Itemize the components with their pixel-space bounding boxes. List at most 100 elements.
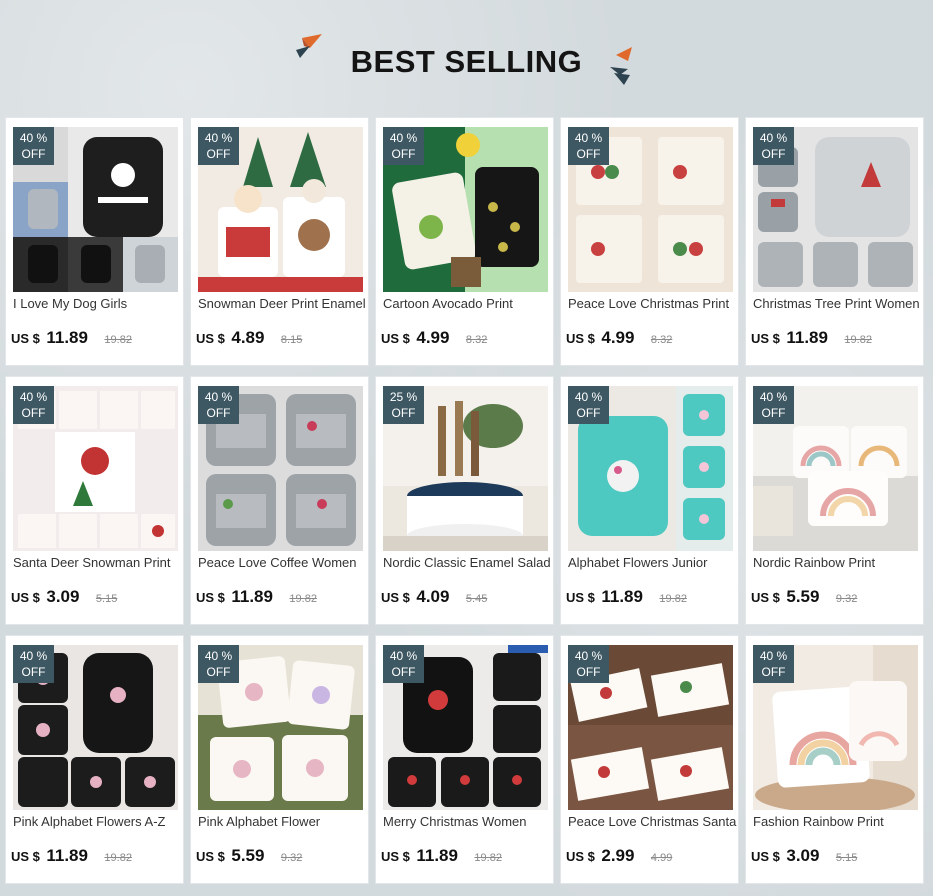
price-row: US $ 5.59 9.32 (751, 587, 921, 607)
product-name[interactable]: Peace Love Christmas Print (568, 296, 738, 311)
original-price: 5.45 (465, 593, 488, 605)
sale-price: 4.99 (601, 328, 635, 347)
currency-label: US $ (381, 331, 410, 346)
product-card[interactable]: 40 % OFF Peace Love Christmas Santa US $ … (560, 635, 739, 884)
price-row: US $ 4.99 8.32 (566, 328, 736, 348)
product-image[interactable]: 40 % OFF (568, 645, 733, 810)
price-row: US $ 3.09 5.15 (751, 846, 921, 866)
price-row: US $ 3.09 5.15 (11, 587, 181, 607)
sale-price: 11.89 (231, 587, 273, 606)
price-row: US $ 11.89 19.82 (11, 846, 181, 866)
currency-label: US $ (11, 849, 40, 864)
product-name[interactable]: Pink Alphabet Flowers A-Z (13, 814, 183, 829)
currency-label: US $ (566, 849, 595, 864)
product-card[interactable]: 40 % OFF Cartoon Avocado Print US $ 4.99 … (375, 117, 554, 366)
sale-price: 5.59 (231, 846, 265, 865)
price-row: US $ 4.89 8.15 (196, 328, 366, 348)
discount-badge: 40 % OFF (753, 386, 794, 424)
product-image[interactable]: 40 % OFF (753, 386, 918, 551)
original-price: 9.32 (835, 593, 858, 605)
product-card[interactable]: 40 % OFF Snowman Deer Print Enamel US $ 4… (190, 117, 369, 366)
product-image[interactable]: 40 % OFF (568, 127, 733, 292)
currency-label: US $ (751, 590, 780, 605)
product-image[interactable]: 25 % OFF (383, 386, 548, 551)
product-name[interactable]: Peace Love Christmas Santa (568, 814, 738, 829)
product-name[interactable]: Cartoon Avocado Print (383, 296, 553, 311)
sale-price: 11.89 (786, 328, 828, 347)
product-card[interactable]: 40 % OFF Fashion Rainbow Print US $ 3.09 … (745, 635, 924, 884)
product-name[interactable]: Alphabet Flowers Junior (568, 555, 738, 570)
product-name[interactable]: Pink Alphabet Flower (198, 814, 368, 829)
original-price: 9.32 (280, 852, 303, 864)
product-image[interactable]: 40 % OFF (198, 127, 363, 292)
product-card[interactable]: 40 % OFF Merry Christmas Women US $ 11.89… (375, 635, 554, 884)
currency-label: US $ (566, 331, 595, 346)
original-price: 5.15 (95, 593, 118, 605)
sale-price: 3.09 (46, 587, 80, 606)
product-grid: 40 % OFF I Love My Dog Girls US $ 11.89 1… (5, 117, 927, 889)
product-card[interactable]: 40 % OFF Nordic Rainbow Print US $ 5.59 9… (745, 376, 924, 625)
currency-label: US $ (11, 331, 40, 346)
sale-price: 11.89 (416, 846, 458, 865)
discount-badge: 40 % OFF (383, 645, 424, 683)
product-name[interactable]: Snowman Deer Print Enamel (198, 296, 368, 311)
paper-plane-right-icon (610, 47, 632, 85)
product-name[interactable]: I Love My Dog Girls (13, 296, 183, 311)
original-price: 8.32 (650, 334, 673, 346)
product-name[interactable]: Santa Deer Snowman Print (13, 555, 183, 570)
product-card[interactable]: 40 % OFF Christmas Tree Print Women US $ … (745, 117, 924, 366)
product-image[interactable]: 40 % OFF (198, 645, 363, 810)
product-image[interactable]: 40 % OFF (753, 645, 918, 810)
discount-badge: 40 % OFF (568, 386, 609, 424)
product-name[interactable]: Fashion Rainbow Print (753, 814, 923, 829)
product-image[interactable]: 40 % OFF (383, 645, 548, 810)
price-row: US $ 11.89 19.82 (566, 587, 736, 607)
currency-label: US $ (196, 331, 225, 346)
currency-label: US $ (751, 331, 780, 346)
discount-badge: 40 % OFF (13, 386, 54, 424)
product-image[interactable]: 40 % OFF (753, 127, 918, 292)
discount-badge: 40 % OFF (568, 127, 609, 165)
product-card[interactable]: 40 % OFF I Love My Dog Girls US $ 11.89 1… (5, 117, 184, 366)
product-name[interactable]: Christmas Tree Print Women (753, 296, 923, 311)
product-card[interactable]: 40 % OFF Peace Love Coffee Women US $ 11.… (190, 376, 369, 625)
product-card[interactable]: 25 % OFF Nordic Classic Enamel Salad US $… (375, 376, 554, 625)
product-image[interactable]: 40 % OFF (383, 127, 548, 292)
original-price: 8.15 (280, 334, 303, 346)
product-card[interactable]: 40 % OFF Pink Alphabet Flower US $ 5.59 9… (190, 635, 369, 884)
price-row: US $ 11.89 19.82 (381, 846, 551, 866)
product-name[interactable]: Merry Christmas Women (383, 814, 553, 829)
discount-badge: 40 % OFF (753, 645, 794, 683)
discount-badge: 40 % OFF (753, 127, 794, 165)
sale-price: 11.89 (46, 846, 88, 865)
product-image[interactable]: 40 % OFF (568, 386, 733, 551)
product-card[interactable]: 40 % OFF Pink Alphabet Flowers A-Z US $ 1… (5, 635, 184, 884)
currency-label: US $ (751, 849, 780, 864)
product-card[interactable]: 40 % OFF Santa Deer Snowman Print US $ 3.… (5, 376, 184, 625)
sale-price: 11.89 (601, 587, 643, 606)
discount-badge: 40 % OFF (198, 645, 239, 683)
product-image[interactable]: 40 % OFF (13, 127, 178, 292)
sale-price: 11.89 (46, 328, 88, 347)
product-name[interactable]: Peace Love Coffee Women (198, 555, 368, 570)
product-image[interactable]: 40 % OFF (13, 645, 178, 810)
currency-label: US $ (11, 590, 40, 605)
product-image[interactable]: 40 % OFF (13, 386, 178, 551)
product-card[interactable]: 40 % OFF Peace Love Christmas Print US $ … (560, 117, 739, 366)
currency-label: US $ (566, 590, 595, 605)
product-name[interactable]: Nordic Classic Enamel Salad (383, 555, 553, 570)
original-price: 8.32 (465, 334, 488, 346)
discount-badge: 40 % OFF (198, 386, 239, 424)
product-image[interactable]: 40 % OFF (198, 386, 363, 551)
currency-label: US $ (381, 849, 410, 864)
discount-badge: 40 % OFF (13, 645, 54, 683)
discount-badge: 25 % OFF (383, 386, 424, 424)
product-card[interactable]: 40 % OFF Alphabet Flowers Junior US $ 11.… (560, 376, 739, 625)
product-name[interactable]: Nordic Rainbow Print (753, 555, 923, 570)
sale-price: 4.09 (416, 587, 450, 606)
discount-badge: 40 % OFF (383, 127, 424, 165)
sale-price: 5.59 (786, 587, 820, 606)
currency-label: US $ (196, 590, 225, 605)
price-row: US $ 2.99 4.99 (566, 846, 736, 866)
discount-badge: 40 % OFF (568, 645, 609, 683)
